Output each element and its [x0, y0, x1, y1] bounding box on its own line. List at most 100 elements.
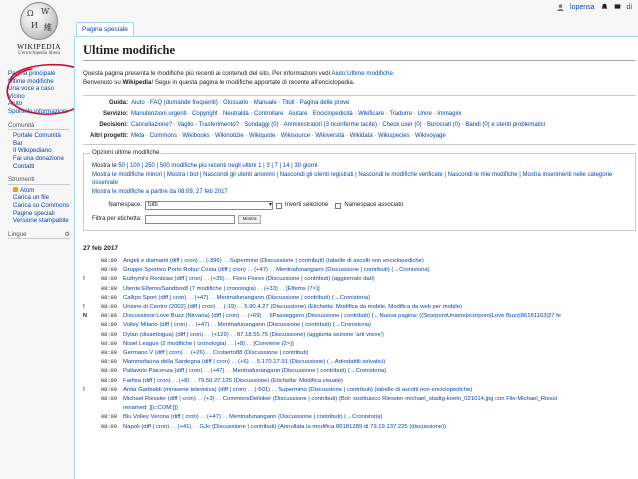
- tag-filter-row: Filtra per etichetta: Mostra: [92, 215, 627, 224]
- navtable-row: Altri progetti: Meta · Commons · Wikibook…: [83, 131, 636, 142]
- sidebar-item-atom[interactable]: Atom: [13, 187, 70, 195]
- navtable-links[interactable]: Aiuto · FAQ (domande frequenti) · Glossa…: [131, 98, 349, 109]
- sidebar-item-upload[interactable]: Carica un file: [13, 194, 70, 202]
- gear-icon[interactable]: ⚙: [64, 231, 70, 239]
- more-link[interactable]: di: [627, 4, 632, 11]
- change-flag: [83, 367, 101, 376]
- change-row: 08:09 Germano V (diff | cron) . . (+26) .…: [83, 349, 636, 358]
- tag-filter-label: Filtra per etichetta:: [92, 216, 142, 223]
- community-heading[interactable]: Comunità: [8, 122, 70, 131]
- change-entry[interactable]: Anita Garibaldi (miniserie televisiva) (…: [123, 386, 636, 395]
- change-row: 08:09 Dylan (disambigua) (diff | cron) . …: [83, 331, 636, 340]
- change-row: 08:09 Gruppo Sportivo Porto Robur Costa (…: [83, 266, 636, 275]
- change-entry[interactable]: Blu Volley Verona (diff | cron) . . (+47…: [123, 413, 636, 422]
- inverse-label: Inverti selezione: [285, 202, 329, 209]
- change-entry[interactable]: renamed: [[c:COM:]]): [123, 404, 636, 413]
- help-link[interactable]: Aiuto:Ultime modifiche: [331, 70, 393, 77]
- sidebar-item-nearby[interactable]: Vicino: [8, 93, 70, 101]
- change-flag: [83, 404, 101, 413]
- change-flag: [83, 266, 101, 275]
- change-row: N 08:09 Discussione:Love Buzz (Nirvana) (d…: [83, 312, 636, 321]
- change-flag: [83, 285, 101, 294]
- sidebar-item-donate[interactable]: Fai una donazione: [13, 155, 70, 163]
- change-flag: [83, 358, 101, 367]
- change-entry[interactable]: Discussione:Love Buzz (Nirvana) (diff | …: [123, 312, 636, 321]
- change-entry[interactable]: Napoli (diff | cron) . . (+41) . . GJo (…: [123, 423, 636, 432]
- namespace-row: Namespace: tutti ▾ Inverti selezione Name…: [92, 201, 627, 210]
- tools-heading[interactable]: Strumenti: [8, 176, 70, 185]
- change-entry[interactable]: Dylan (disambigua) (diff | cron) . . (+1…: [123, 331, 636, 340]
- change-entry[interactable]: Michael Riessler (diff | cron) . . (+3) …: [123, 395, 636, 404]
- username-link[interactable]: lopensa: [570, 4, 595, 11]
- navtable-links[interactable]: Manutenzioni urgenti · Copyright · Neutr…: [131, 109, 461, 120]
- namespace-select[interactable]: tutti ▾: [145, 201, 273, 210]
- show-button[interactable]: Mostra: [237, 215, 262, 224]
- inverse-checkbox[interactable]: [276, 202, 282, 209]
- languages-heading[interactable]: Lingue ⚙: [8, 231, 70, 240]
- page-title: Ultime modifiche: [83, 43, 636, 61]
- change-entry[interactable]: Farfisa (diff | cron) . . (+8) . . 79.50…: [123, 377, 636, 386]
- navtable-links[interactable]: Cancellazione? · Vaglio · Trasferimento?…: [131, 120, 545, 131]
- sidebar-item-main-page[interactable]: Pagina principale: [8, 70, 70, 78]
- change-time: 08:09: [101, 359, 117, 366]
- navtable-label: Altri progetti:: [90, 133, 128, 139]
- sidebar-main-nav: Pagina principale Ultime modifiche Una v…: [8, 70, 70, 116]
- sidebar-item-special-pages[interactable]: Pagine speciali: [13, 210, 70, 218]
- sidebar-item-help-desk[interactable]: Sportello informazioni: [8, 108, 70, 116]
- associated-checkbox[interactable]: [335, 202, 342, 209]
- change-entry[interactable]: Germano V (diff | cron) . . (+26) . . Cr…: [123, 349, 636, 358]
- change-time: [101, 404, 123, 413]
- options-limits[interactable]: Mostra le 50 | 100 | 250 | 500 modifiche…: [92, 162, 627, 171]
- change-entry[interactable]: Callipo Sport (diff | cron) . . (+47) . …: [123, 294, 636, 303]
- change-entry[interactable]: Angeli e diamanti (diff | cron) . . (-39…: [123, 257, 636, 266]
- change-row: 08:09 Utente:Elfems/Sandbox8 (7 modifiche…: [83, 285, 636, 294]
- change-flag: [83, 395, 101, 404]
- navtable-label: Guida:: [109, 100, 128, 106]
- options-from-date[interactable]: Mostra le modifiche a partire da 08:09, …: [92, 188, 627, 197]
- change-entry[interactable]: Pallavolo Piacenza (diff | cron) . . (+4…: [123, 367, 636, 376]
- change-row: 08:09 Mammofauna della Sardegna (diff | c…: [83, 358, 636, 367]
- sidebar-item-wikipediano[interactable]: Il Wikipediano: [13, 147, 70, 155]
- sidebar-item-help[interactable]: Aiuto: [8, 100, 70, 108]
- changes-list: 08:09 Angeli e diamanti (diff | cron) . .…: [83, 257, 636, 432]
- sidebar-item-recent-changes[interactable]: Ultime modifiche: [8, 78, 70, 86]
- change-flag: [83, 257, 101, 266]
- change-row: 08:09 Volley Milano (diff | cron) . . (+4…: [83, 321, 636, 330]
- bell-icon[interactable]: [601, 3, 608, 12]
- change-row: 08:09 Pallavolo Piacenza (diff | cron) . …: [83, 367, 636, 376]
- change-time: 08:09: [101, 368, 117, 375]
- navtable-links[interactable]: Meta · Commons · Wikibooks · Wikinotizie…: [131, 131, 446, 142]
- date-heading: 27 feb 2017: [83, 245, 119, 252]
- sidebar-languages: Lingue ⚙: [8, 231, 70, 240]
- wikipedia-logo[interactable]: Ω W И 維 WIKIPEDIA L'enciclopedia libera: [6, 2, 72, 62]
- sidebar-item-printable[interactable]: Versione stampabile: [13, 217, 70, 225]
- notices-icon[interactable]: [614, 3, 621, 12]
- sidebar-item-upload-commons[interactable]: Carica su Commons: [13, 202, 70, 210]
- navtable-row: Decisioni: Cancellazione? · Vaglio · Tras…: [83, 120, 636, 131]
- navigation-table: Guida: Aiuto · FAQ (domande frequenti) · …: [83, 95, 636, 145]
- tab-special-page[interactable]: Pagina speciale: [76, 22, 134, 36]
- options-filters[interactable]: Mostra le modifiche minori | Mostra i bo…: [92, 171, 627, 188]
- change-entry[interactable]: Unione di Centro (2002) (diff | cron) . …: [123, 303, 636, 312]
- change-entry[interactable]: Gruppo Sportivo Porto Robur Costa (diff …: [123, 266, 636, 275]
- change-flag: N: [83, 313, 87, 320]
- change-row: 08:09 Nisiel League (2 modifiche | cronol…: [83, 340, 636, 349]
- tag-filter-input[interactable]: [144, 215, 235, 224]
- change-time: 08:09: [101, 377, 117, 384]
- change-entry[interactable]: Volley Milano (diff | cron) . . (+47) . …: [123, 321, 636, 330]
- navtable-row: Servizio: Manutenzioni urgenti · Copyrigh…: [83, 109, 636, 120]
- change-time: 08:09: [101, 276, 117, 283]
- sidebar-item-contacts[interactable]: Contatti: [13, 163, 70, 171]
- sidebar-item-community-portal[interactable]: Portale Comunità: [13, 132, 70, 140]
- change-time: 08:09: [101, 386, 117, 393]
- change-row: 08:09 Callipo Sport (diff | cron) . . (+4…: [83, 294, 636, 303]
- change-entry[interactable]: Euthymi's Rentzias (diff | cron) . . (+3…: [123, 275, 636, 284]
- change-time: 08:09: [101, 396, 117, 403]
- sidebar-item-random[interactable]: Una voce a caso: [8, 85, 70, 93]
- change-row: ! 08:09 Anita Garibaldi (miniserie televis…: [83, 386, 636, 395]
- sidebar-item-bar[interactable]: Bar: [13, 140, 70, 148]
- change-entry[interactable]: Mammofauna della Sardegna (diff | cron) …: [123, 358, 636, 367]
- namespace-label: Namespace:: [108, 202, 142, 209]
- change-entry[interactable]: Nisiel League (2 modifiche | cronologia)…: [123, 340, 636, 349]
- change-entry[interactable]: Utente:Elfems/Sandbox8 (7 modifiche | cr…: [123, 285, 636, 294]
